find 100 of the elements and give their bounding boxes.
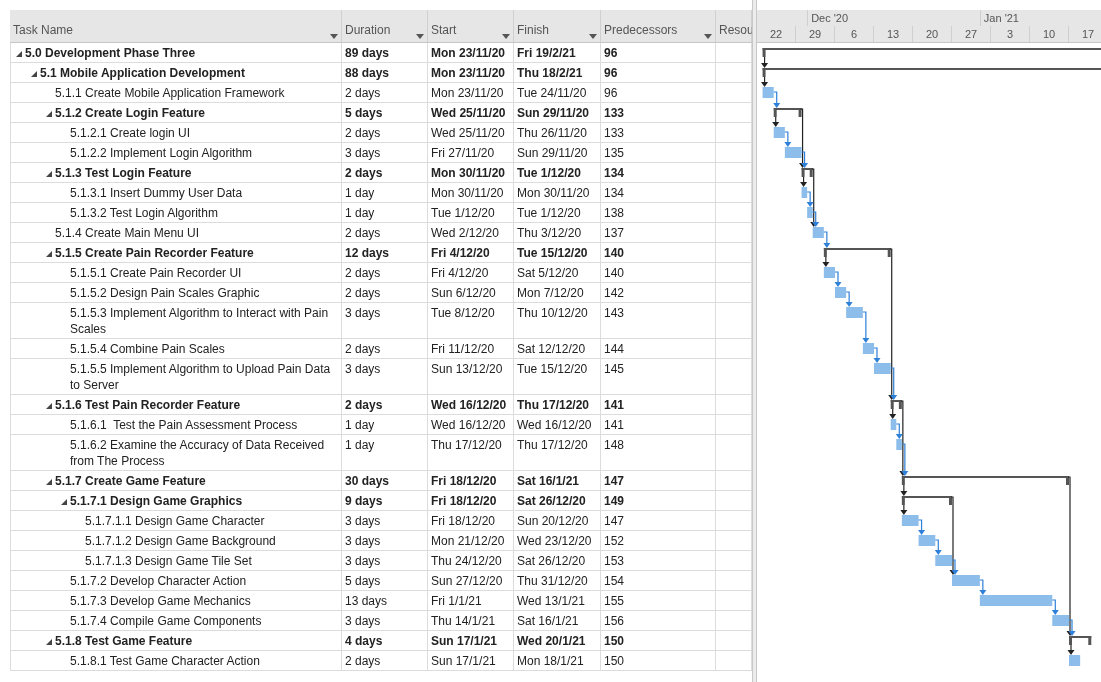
task-name: 5.1.3 Test Login Feature <box>55 164 192 181</box>
predecessors-cell: 140 <box>601 243 716 263</box>
finish-cell: Wed 23/12/20 <box>514 531 601 551</box>
predecessors-cell: 142 <box>601 283 716 303</box>
duration-cell: 88 days <box>342 63 428 83</box>
duration-cell: 9 days <box>342 491 428 511</box>
finish-cell: Wed 13/1/21 <box>514 591 601 611</box>
week-label: 13 <box>886 27 900 42</box>
column-header[interactable]: Predecessors <box>601 10 716 42</box>
predecessors-cell: 150 <box>601 651 716 671</box>
column-header[interactable]: Duration <box>342 10 428 42</box>
predecessors-cell: 138 <box>601 203 716 223</box>
finish-cell: Tue 15/12/20 <box>514 359 601 395</box>
week-label: 22 <box>769 27 783 42</box>
task-name: 5.1.5.4 Combine Pain Scales <box>70 340 225 357</box>
predecessors-cell: 147 <box>601 511 716 531</box>
duration-cell: 12 days <box>342 243 428 263</box>
start-cell: Fri 4/12/20 <box>428 263 514 283</box>
predecessors-cell: 133 <box>601 103 716 123</box>
task-name: 5.0 Development Phase Three <box>25 44 196 61</box>
task-name: 5.1.7.1.2 Design Game Background <box>85 532 276 549</box>
week-label: 29 <box>808 27 822 42</box>
task-name: 5.1.3.1 Insert Dummy User Data <box>70 184 243 201</box>
start-cell: Wed 16/12/20 <box>428 415 514 435</box>
finish-cell: Tue 24/11/20 <box>514 83 601 103</box>
column-header[interactable]: Task Name <box>10 10 342 42</box>
start-cell: Sun 6/12/20 <box>428 283 514 303</box>
start-cell: Wed 25/11/20 <box>428 123 514 143</box>
predecessors-cell: 154 <box>601 571 716 591</box>
duration-cell: 3 days <box>342 143 428 163</box>
start-cell: Fri 18/12/20 <box>428 511 514 531</box>
duration-cell: 13 days <box>342 591 428 611</box>
start-cell: Mon 30/11/20 <box>428 163 514 183</box>
task-name: 5.1.7.2 Develop Character Action <box>70 572 247 589</box>
duration-cell: 89 days <box>342 43 428 63</box>
start-cell: Fri 1/1/21 <box>428 591 514 611</box>
start-cell: Fri 4/12/20 <box>428 243 514 263</box>
task-name: 5.1.7.3 Develop Game Mechanics <box>70 592 251 609</box>
duration-cell: 3 days <box>342 359 428 395</box>
duration-cell: 3 days <box>342 611 428 631</box>
finish-cell: Thu 17/12/20 <box>514 435 601 471</box>
column-header[interactable]: Finish <box>514 10 601 42</box>
task-name: 5.1.5.3 Implement Algorithm to Interact with Pain Scales <box>70 304 330 337</box>
duration-cell: 2 days <box>342 263 428 283</box>
duration-cell: 1 day <box>342 435 428 471</box>
start-cell: Mon 23/11/20 <box>428 63 514 83</box>
column-header[interactable]: Start <box>428 10 514 42</box>
finish-cell: Mon 30/11/20 <box>514 183 601 203</box>
week-label: 10 <box>1042 27 1056 42</box>
task-name: 5.1 Mobile Application Development <box>40 64 245 81</box>
finish-cell: Sat 12/12/20 <box>514 339 601 359</box>
task-name: 5.1.7.1 Design Game Graphics <box>70 492 243 509</box>
task-name: 5.1.7.4 Compile Game Components <box>70 612 262 629</box>
task-name: 5.1.6.2 Examine the Accuracy of Data Received from The Process <box>70 436 326 469</box>
duration-cell: 2 days <box>342 395 428 415</box>
start-cell: Thu 24/12/20 <box>428 551 514 571</box>
start-cell: Fri 27/11/20 <box>428 143 514 163</box>
start-cell: Sun 27/12/20 <box>428 571 514 591</box>
week-label: 17 <box>1081 27 1095 42</box>
task-name: 5.1.7 Create Game Feature <box>55 472 206 489</box>
week-label: 27 <box>964 27 978 42</box>
week-label: 6 <box>850 27 858 42</box>
task-name: 5.1.8.1 Test Game Character Action <box>70 652 260 669</box>
predecessors-cell: 149 <box>601 491 716 511</box>
predecessors-cell: 150 <box>601 631 716 651</box>
predecessors-cell: 153 <box>601 551 716 571</box>
finish-cell: Thu 31/12/20 <box>514 571 601 591</box>
predecessors-cell: 148 <box>601 435 716 471</box>
start-cell: Wed 25/11/20 <box>428 103 514 123</box>
task-name: 5.1.5.1 Create Pain Recorder UI <box>70 264 242 281</box>
finish-cell: Thu 18/2/21 <box>514 63 601 83</box>
task-name: 5.1.5.5 Implement Algorithm to Upload Pain Data to Server <box>70 360 332 393</box>
finish-cell: Sat 26/12/20 <box>514 491 601 511</box>
finish-cell: Tue 1/12/20 <box>514 163 601 183</box>
week-label: 20 <box>925 27 939 42</box>
finish-cell: Thu 10/12/20 <box>514 303 601 339</box>
duration-cell: 1 day <box>342 183 428 203</box>
task-name: 5.1.7.1.1 Design Game Character <box>85 512 265 529</box>
start-cell: Mon 21/12/20 <box>428 531 514 551</box>
finish-cell: Thu 26/11/20 <box>514 123 601 143</box>
predecessors-cell: 144 <box>601 339 716 359</box>
predecessors-cell: 143 <box>601 303 716 339</box>
start-cell: Mon 23/11/20 <box>428 83 514 103</box>
finish-cell: Mon 18/1/21 <box>514 651 601 671</box>
duration-cell: 2 days <box>342 83 428 103</box>
finish-cell: Sun 29/11/20 <box>514 103 601 123</box>
duration-cell: 2 days <box>342 651 428 671</box>
finish-cell: Sat 5/12/20 <box>514 263 601 283</box>
start-cell: Sun 17/1/21 <box>428 631 514 651</box>
start-cell: Tue 8/12/20 <box>428 303 514 339</box>
predecessors-cell: 141 <box>601 395 716 415</box>
task-name: 5.1.2.2 Implement Login Algorithm <box>70 144 253 161</box>
finish-cell: Tue 1/12/20 <box>514 203 601 223</box>
predecessors-cell: 152 <box>601 531 716 551</box>
duration-cell: 3 days <box>342 551 428 571</box>
predecessors-cell: 155 <box>601 591 716 611</box>
month-label: Jan '21 <box>983 12 1019 24</box>
duration-cell: 1 day <box>342 203 428 223</box>
duration-cell: 2 days <box>342 123 428 143</box>
predecessors-cell: 96 <box>601 83 716 103</box>
